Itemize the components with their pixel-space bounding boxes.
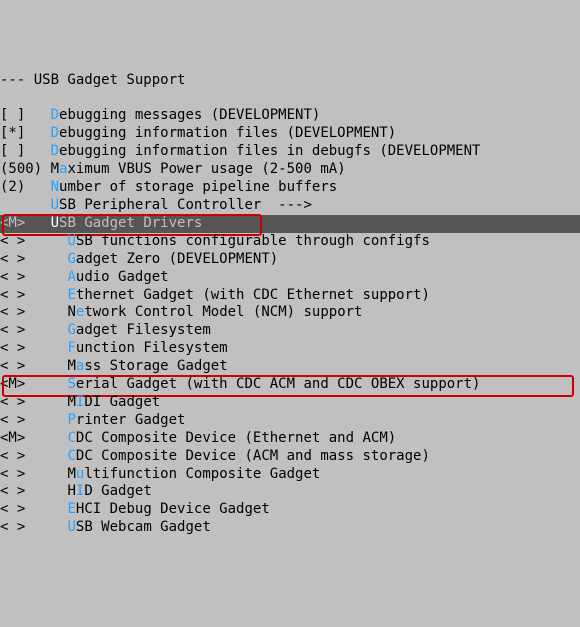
menu-item-label: ltifunction Composite Gadget (84, 466, 320, 482)
menu-item-label: DC Composite Device (ACM and mass storag… (76, 448, 430, 464)
menu-item-label: HCI Debug Device Gadget (76, 501, 270, 517)
hotkey: U (67, 519, 75, 535)
hotkey: U (51, 215, 59, 231)
menu-item[interactable]: (2) Number of storage pipeline buffers (0, 179, 580, 197)
menu-title: --- USB Gadget Support (0, 72, 580, 90)
menu-item[interactable]: USB Peripheral Controller ---> (0, 197, 580, 215)
hotkey: G (67, 322, 75, 338)
hotkey: N (51, 179, 59, 195)
menu-item[interactable]: < > Ethernet Gadget (with CDC Ethernet s… (0, 287, 580, 305)
menu-item[interactable]: <M> USB Gadget Drivers (0, 215, 580, 233)
menu-item[interactable]: < > Printer Gadget (0, 412, 580, 430)
menu-item[interactable]: < > Audio Gadget (0, 269, 580, 287)
menu-item-label: thernet Gadget (with CDC Ethernet suppor… (76, 287, 430, 303)
menu-item[interactable]: < > Network Control Model (NCM) support (0, 304, 580, 322)
menu-item[interactable]: [*] Debugging information files (DEVELOP… (0, 125, 580, 143)
menu-item[interactable]: < > Mass Storage Gadget (0, 358, 580, 376)
menu-item-label: ebugging information files in debugfs (D… (59, 143, 480, 159)
menu-item-label: unction Filesystem (76, 340, 228, 356)
menu-item-label: SB Webcam Gadget (76, 519, 211, 535)
hotkey: F (67, 340, 75, 356)
menu-item-label: umber of storage pipeline buffers (59, 179, 337, 195)
menu-item-label: adget Filesystem (76, 322, 211, 338)
menu-item-label: twork Control Model (NCM) support (84, 304, 362, 320)
hotkey: C (67, 430, 75, 446)
menu-item[interactable]: < > HID Gadget (0, 483, 580, 501)
menu-item-label: SB Gadget Drivers (59, 215, 202, 231)
menu-item[interactable]: < > Function Filesystem (0, 340, 580, 358)
menu-item-label: DC Composite Device (Ethernet and ACM) (76, 430, 396, 446)
menu-item-label: ss Storage Gadget (84, 358, 227, 374)
hotkey: A (67, 269, 75, 285)
menu-item[interactable]: < > Gadget Filesystem (0, 322, 580, 340)
menu-item[interactable]: < > Gadget Zero (DEVELOPMENT) (0, 251, 580, 269)
menu-item-label: ebugging messages (DEVELOPMENT) (59, 107, 320, 123)
menu-item-label: adget Zero (DEVELOPMENT) (76, 251, 278, 267)
menu-item-label: SB Peripheral Controller ---> (59, 197, 312, 213)
menu-item[interactable]: [ ] Debugging information files in debug… (0, 143, 580, 161)
menu-item-label: ebugging information files (DEVELOPMENT) (59, 125, 396, 141)
hotkey: U (51, 197, 59, 213)
menu-item-label: rinter Gadget (76, 412, 186, 428)
hotkey: E (67, 501, 75, 517)
menu-item-label: D Gadget (84, 483, 151, 499)
hotkey: D (51, 143, 59, 159)
menu-item-label: DI Gadget (84, 394, 160, 410)
menu-item[interactable]: < > USB functions configurable through c… (0, 233, 580, 251)
menu-item[interactable]: < > MIDI Gadget (0, 394, 580, 412)
hotkey: D (51, 125, 59, 141)
hotkey: G (67, 251, 75, 267)
menu-item-label: erial Gadget (with CDC ACM and CDC OBEX … (76, 376, 481, 392)
hotkey: C (67, 448, 75, 464)
menu-item[interactable]: (500) Maximum VBUS Power usage (2-500 mA… (0, 161, 580, 179)
menu-item-label: udio Gadget (76, 269, 169, 285)
hotkey: U (67, 233, 75, 249)
hotkey: D (51, 107, 59, 123)
hotkey: P (67, 412, 75, 428)
menu-item-label: SB functions configurable through config… (76, 233, 430, 249)
menu-item[interactable]: <M> CDC Composite Device (Ethernet and A… (0, 430, 580, 448)
menu-item[interactable]: < > CDC Composite Device (ACM and mass s… (0, 448, 580, 466)
menu-item[interactable]: <M> Serial Gadget (with CDC ACM and CDC … (0, 376, 580, 394)
menu-item[interactable]: < > EHCI Debug Device Gadget (0, 501, 580, 519)
menu-item-label: ximum VBUS Power usage (2-500 mA) (67, 161, 345, 177)
hotkey: E (67, 287, 75, 303)
hotkey: S (67, 376, 75, 392)
menu-item[interactable]: < > USB Webcam Gadget (0, 519, 580, 537)
menu-item[interactable]: [ ] Debugging messages (DEVELOPMENT) (0, 107, 580, 125)
menu-item[interactable]: < > Multifunction Composite Gadget (0, 466, 580, 484)
